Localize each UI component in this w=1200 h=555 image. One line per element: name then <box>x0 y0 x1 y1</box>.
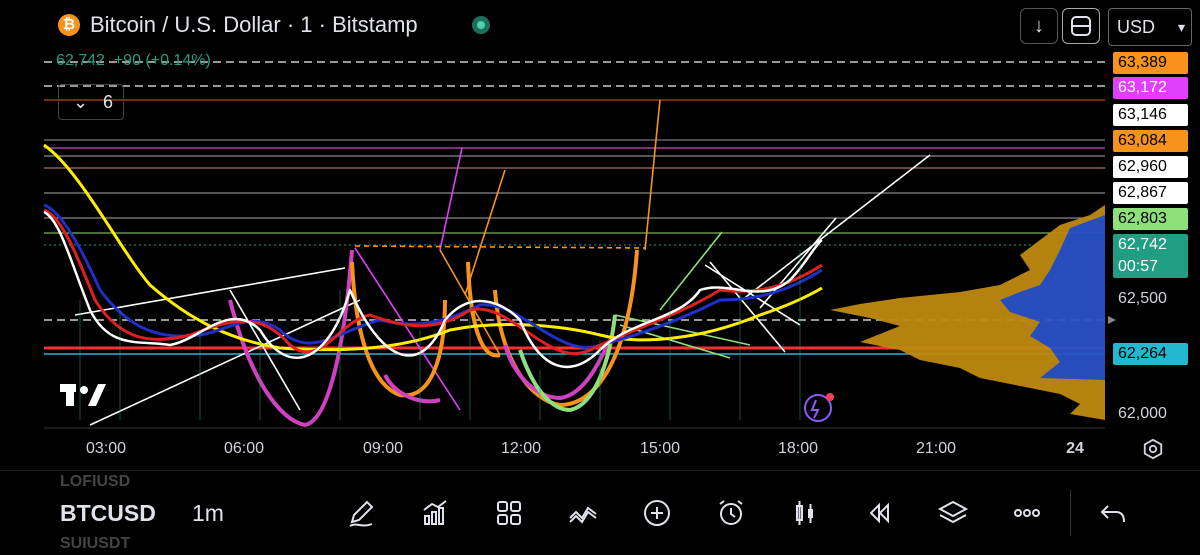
price-label: 63,084 <box>1113 130 1188 152</box>
add-icon <box>644 500 670 526</box>
price-tick: 62,500 <box>1118 290 1167 307</box>
draw-icon <box>349 500 374 527</box>
scale-arrow-icon <box>1108 316 1116 324</box>
assistant-icon <box>804 393 834 422</box>
more-icon <box>1014 509 1040 517</box>
layers-icon <box>937 500 969 524</box>
arrow-down-icon: ↓ <box>1034 15 1044 37</box>
current-price-label: 62,742 00:57 <box>1113 234 1188 278</box>
layers-button[interactable] <box>936 496 970 530</box>
auto-scale-button[interactable] <box>1062 8 1100 44</box>
change-value: +90 (+0.14%) <box>113 52 211 69</box>
symbol-prev[interactable]: LOFIUSD <box>60 473 130 491</box>
last-price: 62,742 <box>56 52 105 69</box>
price-change: 62,742 +90 (+0.14%) <box>56 52 211 70</box>
price-label: 62,960 <box>1113 156 1188 178</box>
layout-button[interactable] <box>492 496 526 530</box>
price-label: 63,389 <box>1113 52 1188 74</box>
scale-icon <box>1071 16 1091 36</box>
more-button[interactable] <box>1010 496 1044 530</box>
price-label: 62,264 <box>1113 343 1188 365</box>
bitcoin-logo-icon: ₿ <box>58 14 80 36</box>
price-label: 62,867 <box>1113 182 1188 204</box>
divider <box>1070 490 1071 536</box>
alert-button[interactable] <box>714 496 748 530</box>
time-tick: 18:00 <box>777 440 819 457</box>
price-label: 62,803 <box>1113 208 1188 230</box>
symbol-current[interactable]: BTCUSD <box>60 500 156 527</box>
chart-type-button[interactable] <box>788 496 822 530</box>
chart-canvas[interactable] <box>0 0 1200 470</box>
time-axis[interactable]: 03:00 06:00 09:00 12:00 15:00 18:00 21:0… <box>0 436 1200 466</box>
indicators-icon <box>423 500 447 525</box>
interval-button[interactable]: 1m <box>192 500 224 527</box>
indicators-button[interactable] <box>418 496 452 530</box>
price-tick: 62,000 <box>1118 405 1167 422</box>
download-button[interactable]: ↓ <box>1020 8 1058 44</box>
time-tick: 21:00 <box>915 440 957 457</box>
time-tick: 06:00 <box>223 440 265 457</box>
time-tick: 12:00 <box>500 440 542 457</box>
indicators-toggle[interactable]: ⌄ 6 <box>58 84 124 120</box>
draw-button[interactable] <box>344 496 378 530</box>
tradingview-logo <box>60 384 106 406</box>
time-tick: 24 <box>1066 440 1084 457</box>
symbol-next[interactable]: SUIUSDT <box>60 535 130 553</box>
currency-select[interactable]: USD ▾ <box>1108 8 1192 46</box>
indicators-count: 6 <box>103 92 114 112</box>
current-price: 62,742 <box>1118 236 1167 253</box>
candles-icon <box>796 501 813 525</box>
candle-countdown: 00:57 <box>1118 258 1159 275</box>
undo-icon <box>1100 505 1125 523</box>
trend-icon <box>569 506 597 524</box>
chevron-down-icon: ▾ <box>1177 19 1185 35</box>
replay-icon <box>869 502 889 524</box>
undo-button[interactable] <box>1096 496 1130 530</box>
settings-icon[interactable] <box>1142 438 1164 460</box>
price-label: 63,172 <box>1113 77 1188 99</box>
symbol-title[interactable]: Bitcoin / U.S. Dollar · 1 · Bitstamp <box>90 12 418 38</box>
price-label: 63,146 <box>1113 104 1188 126</box>
grid-icon <box>497 501 521 525</box>
compare-button[interactable] <box>566 496 600 530</box>
alarm-icon <box>719 500 743 525</box>
market-status-icon[interactable] <box>472 16 490 34</box>
currency-value: USD <box>1117 17 1156 37</box>
time-tick: 03:00 <box>85 440 127 457</box>
add-button[interactable] <box>640 496 674 530</box>
replay-button[interactable] <box>862 496 896 530</box>
time-tick: 09:00 <box>362 440 404 457</box>
time-tick: 15:00 <box>639 440 681 457</box>
volume-profile <box>830 205 1105 420</box>
chevron-down-icon: ⌄ <box>73 92 89 112</box>
